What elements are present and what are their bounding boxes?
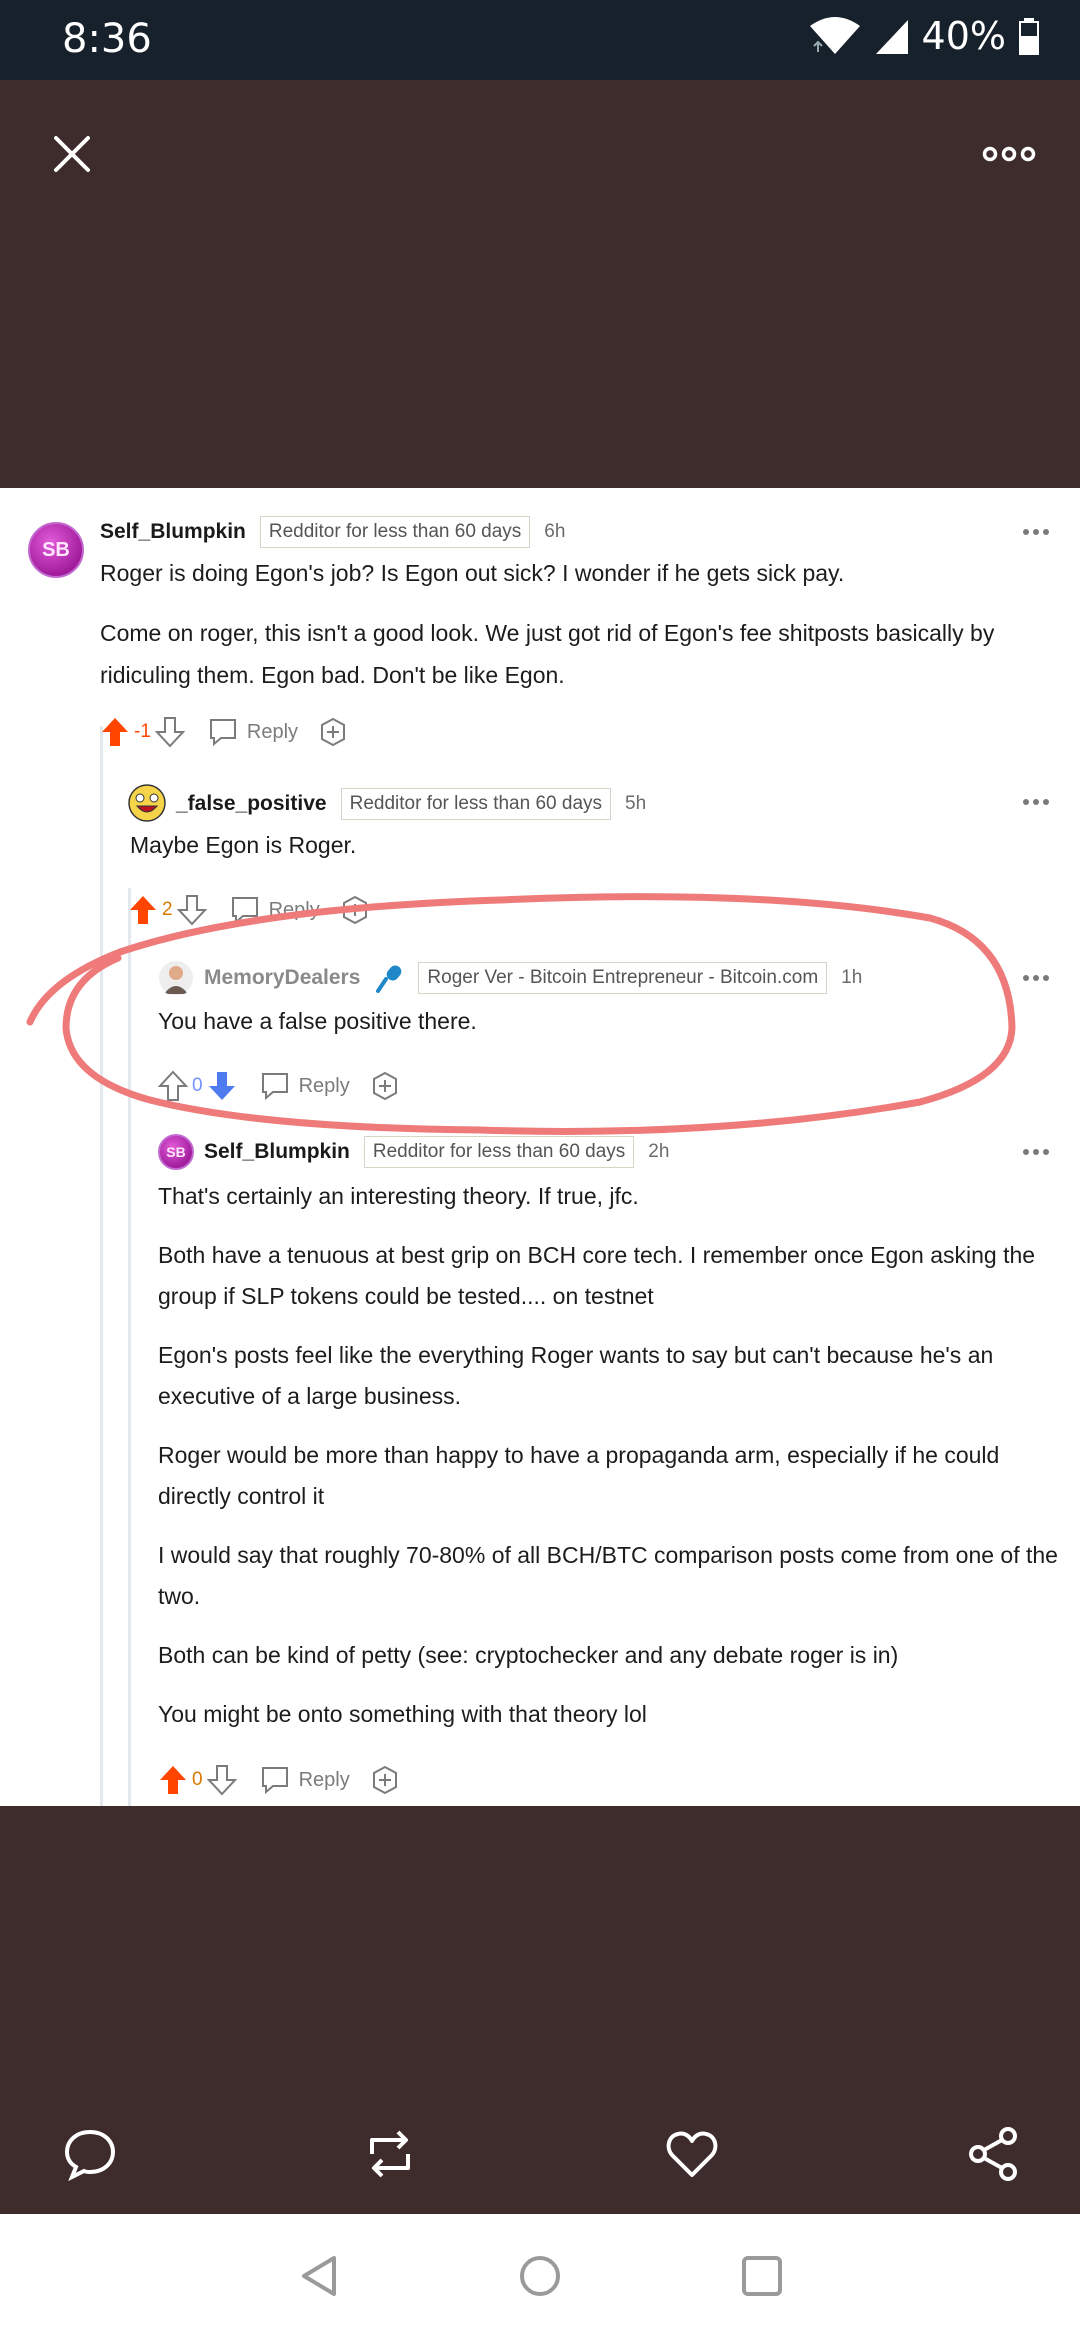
comment-paragraph: You might be onto something with that th… <box>158 1701 647 1727</box>
reply-label: Reply <box>246 720 299 743</box>
reply-label: Reply <box>298 1768 350 1791</box>
username[interactable]: Self_Blumpkin <box>100 520 246 544</box>
comment-paragraph: Egon's posts feel like the everything Ro… <box>158 1342 994 1409</box>
battery-icon <box>1019 18 1039 55</box>
viewer-bottom <box>0 1806 1080 2214</box>
comment-paragraph: Maybe Egon is Roger. <box>130 832 357 858</box>
status-icons: 40% <box>808 14 1040 58</box>
reply-button[interactable]: Reply <box>207 717 298 747</box>
comment-paragraph: Roger is doing Egon's job? Is Egon out s… <box>100 560 845 586</box>
username[interactable]: MemoryDealers <box>204 966 360 990</box>
comment-actions: 0 Reply <box>158 1762 400 1798</box>
downvote-icon[interactable] <box>206 1764 237 1796</box>
close-icon[interactable] <box>48 130 96 178</box>
user-flair: Redditor for less than 60 days <box>363 1136 635 1168</box>
home-icon[interactable] <box>516 2252 564 2300</box>
comment-paragraph: I would say that roughly 70-80% of all B… <box>158 1542 1058 1609</box>
comment-age: 6h <box>544 521 566 542</box>
upvote-icon[interactable] <box>158 1764 188 1796</box>
reply-icon <box>231 897 258 925</box>
user-flair: Roger Ver - Bitcoin Entrepreneur - Bitco… <box>418 962 828 994</box>
comment-actions: 0 Reply <box>158 1068 400 1104</box>
thread-line <box>100 726 103 1806</box>
avatar-initials: SB <box>42 538 70 561</box>
comment-age: 5h <box>625 793 647 814</box>
vote-score: 0 <box>192 1075 203 1096</box>
award-icon[interactable] <box>370 1765 400 1795</box>
comment-header: _false_positive Redditor for less than 6… <box>176 788 646 820</box>
avatar-icon[interactable] <box>128 784 166 822</box>
comment-header: MemoryDealers Roger Ver - Bitcoin Entrep… <box>204 962 862 994</box>
comment-body: Maybe Egon is Roger. <box>130 824 1030 884</box>
reply-button[interactable]: Reply <box>259 1765 350 1795</box>
vote-score: 0 <box>192 1769 203 1790</box>
reply-label: Reply <box>298 1074 350 1097</box>
image-viewer-top <box>0 80 1080 488</box>
heart-icon[interactable] <box>664 2126 720 2182</box>
avatar[interactable]: SB <box>158 1134 194 1170</box>
downvote-icon[interactable] <box>176 894 207 926</box>
comment-paragraph: Roger would be more than happy to have a… <box>158 1442 1000 1509</box>
reply-icon <box>261 1767 288 1795</box>
comment-more-icon[interactable] <box>1022 974 1050 982</box>
recents-icon[interactable] <box>738 2252 786 2300</box>
upvote-icon[interactable] <box>158 1070 188 1102</box>
share-icon[interactable] <box>966 2126 1022 2182</box>
thread-line <box>128 888 131 1806</box>
comment-actions: -1 Reply <box>100 714 348 750</box>
comment-more-icon[interactable] <box>1022 798 1050 806</box>
status-bar: 8:36 40% <box>0 0 1080 80</box>
battery-percent: 40% <box>921 14 1006 58</box>
comment-body: You have a false positive there. <box>158 1000 1028 1060</box>
comment-header: Self_Blumpkin Redditor for less than 60 … <box>204 1136 669 1168</box>
comment-age: 2h <box>648 1141 670 1162</box>
user-flair: Redditor for less than 60 days <box>340 788 612 820</box>
comment-body: Roger is doing Egon's job? Is Egon out s… <box>100 552 1030 714</box>
system-navigation-bar <box>0 2214 1080 2340</box>
reply-icon <box>209 719 236 747</box>
comment-paragraph: Both have a tenuous at best grip on BCH … <box>158 1242 1036 1309</box>
award-icon[interactable] <box>370 1071 400 1101</box>
avatar-icon[interactable] <box>158 960 194 996</box>
vote-score: -1 <box>134 721 151 742</box>
comment-more-icon[interactable] <box>1022 1148 1050 1156</box>
comment-paragraph: That's certainly an interesting theory. … <box>158 1183 639 1209</box>
downvote-icon[interactable] <box>154 716 185 748</box>
downvote-icon[interactable] <box>207 1070 237 1102</box>
reply-label: Reply <box>268 898 320 921</box>
comment-screenshot: SB Self_Blumpkin Redditor for less than … <box>0 488 1080 1806</box>
comment-age: 1h <box>841 967 863 988</box>
user-flair: Redditor for less than 60 days <box>259 516 531 548</box>
upvote-icon[interactable] <box>100 716 130 748</box>
wifi-icon <box>809 17 860 54</box>
repost-icon[interactable] <box>362 2126 418 2182</box>
comment-paragraph: You have a false positive there. <box>158 1008 477 1034</box>
vote-score: 2 <box>162 899 173 920</box>
upvote-icon[interactable] <box>128 894 158 926</box>
microphone-icon <box>376 965 402 993</box>
comment-header: Self_Blumpkin Redditor for less than 60 … <box>100 516 565 548</box>
signal-icon <box>875 20 908 54</box>
username[interactable]: _false_positive <box>176 792 327 816</box>
comment-paragraph: Come on roger, this isn't a good look. W… <box>100 620 995 688</box>
username[interactable]: Self_Blumpkin <box>204 1140 350 1164</box>
award-icon[interactable] <box>340 895 370 925</box>
status-time: 8:36 <box>62 16 152 62</box>
comment-more-icon[interactable] <box>1022 528 1050 536</box>
award-icon[interactable] <box>318 717 348 747</box>
reply-button[interactable]: Reply <box>259 1071 350 1101</box>
comment-icon[interactable] <box>62 2126 118 2182</box>
reply-button[interactable]: Reply <box>229 895 320 925</box>
more-options-icon[interactable] <box>982 142 1036 166</box>
comment-body: That's certainly an interesting theory. … <box>158 1176 1058 1753</box>
avatar-initials: SB <box>166 1144 186 1160</box>
back-icon[interactable] <box>296 2252 344 2300</box>
avatar[interactable]: SB <box>28 522 84 578</box>
reply-icon <box>261 1073 288 1101</box>
comment-paragraph: Both can be kind of petty (see: cryptoch… <box>158 1642 899 1668</box>
comment-actions: 2 Reply <box>128 892 370 928</box>
